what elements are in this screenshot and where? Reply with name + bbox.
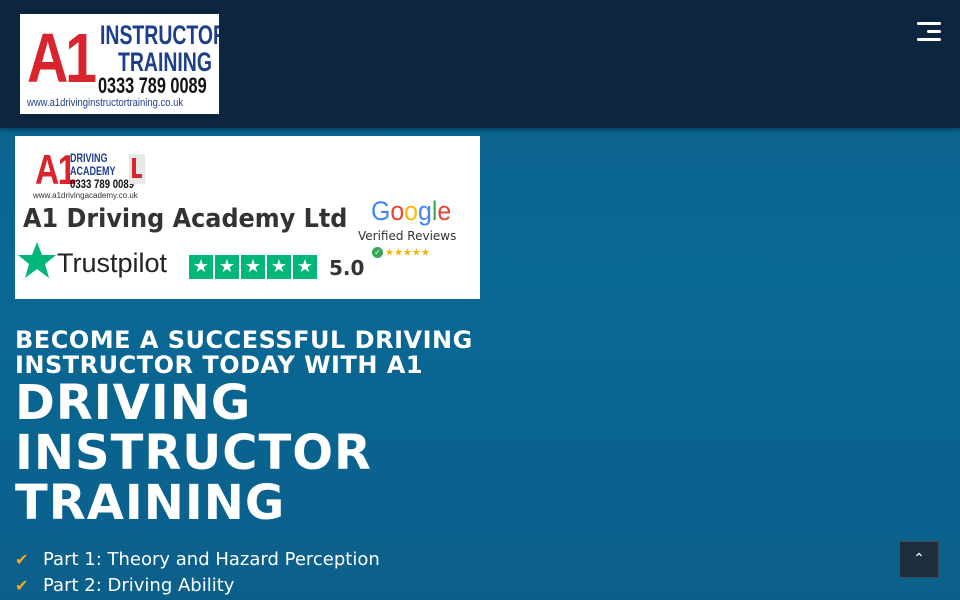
double-chevron-up-icon: ⌃	[913, 551, 925, 567]
trustpilot-rating-stars: ★ ★ ★ ★ ★	[189, 255, 317, 279]
trustpilot-wordmark: Trustpilot	[57, 248, 168, 278]
academy-logo-line-academy: ACADEMY	[70, 164, 116, 178]
google-rating-stars: ✓ ★★★★★	[372, 247, 430, 260]
hamburger-menu-icon[interactable]	[908, 20, 946, 46]
check-icon: ✔	[15, 550, 29, 569]
logo-phone: 0333 789 0089	[98, 73, 207, 98]
google-verified-caption: Verified Reviews	[358, 229, 457, 243]
google-logo: Google	[371, 196, 452, 226]
trustpilot-star-box: ★	[267, 255, 291, 279]
academy-logo-url: www.a1drivingacademy.co.uk	[33, 191, 138, 200]
feature-item: ✔ Part 2: Driving Ability	[15, 573, 380, 599]
site-header: A1 INSTRUCTOR TRAINING 0333 789 0089 www…	[0, 0, 960, 128]
check-icon: ✔	[15, 576, 29, 595]
academy-logo-mark: A1	[35, 146, 76, 193]
google-stars: ★★★★★	[385, 247, 430, 259]
trustpilot-score: 5.0	[329, 256, 365, 280]
trustpilot-star-icon	[18, 242, 56, 278]
logo-url: www.a1drivinginstructortraining.co.uk	[27, 97, 184, 109]
company-name: A1 Driving Academy Ltd	[23, 204, 348, 234]
hero-headline: DRIVING INSTRUCTOR TRAINING	[15, 375, 373, 531]
feature-label: Part 1: Theory and Hazard Perception	[43, 549, 380, 570]
logo-mark: A1	[27, 19, 97, 97]
verified-check-icon: ✓	[372, 247, 383, 258]
scroll-to-top-button[interactable]: ⌃	[899, 541, 939, 578]
hero-subheading: BECOME A SUCCESSFUL DRIVING INSTRUCTOR T…	[15, 326, 473, 379]
logo-line-training: TRAINING	[118, 47, 212, 77]
academy-logo-line-driving: DRIVING	[70, 151, 108, 165]
academy-logo-phone: 0333 789 0089	[70, 177, 135, 191]
trustpilot-star-box: ★	[293, 255, 317, 279]
feature-label: Part 2: Driving Ability	[43, 575, 235, 596]
site-logo[interactable]: A1 INSTRUCTOR TRAINING 0333 789 0089 www…	[20, 14, 219, 114]
trustpilot-star-box: ★	[241, 255, 265, 279]
trustpilot-star-box: ★	[189, 255, 213, 279]
trustpilot-star-box: ★	[215, 255, 239, 279]
learner-plate-icon	[129, 154, 145, 184]
feature-list: ✔ Part 1: Theory and Hazard Perception ✔ P…	[15, 547, 380, 599]
feature-item: ✔ Part 1: Theory and Hazard Perception	[15, 547, 380, 573]
logo-line-instructor: INSTRUCTOR	[100, 20, 219, 50]
reviews-banner-image: A1 DRIVING ACADEMY 0333 789 0089 www.a1d…	[15, 136, 480, 299]
